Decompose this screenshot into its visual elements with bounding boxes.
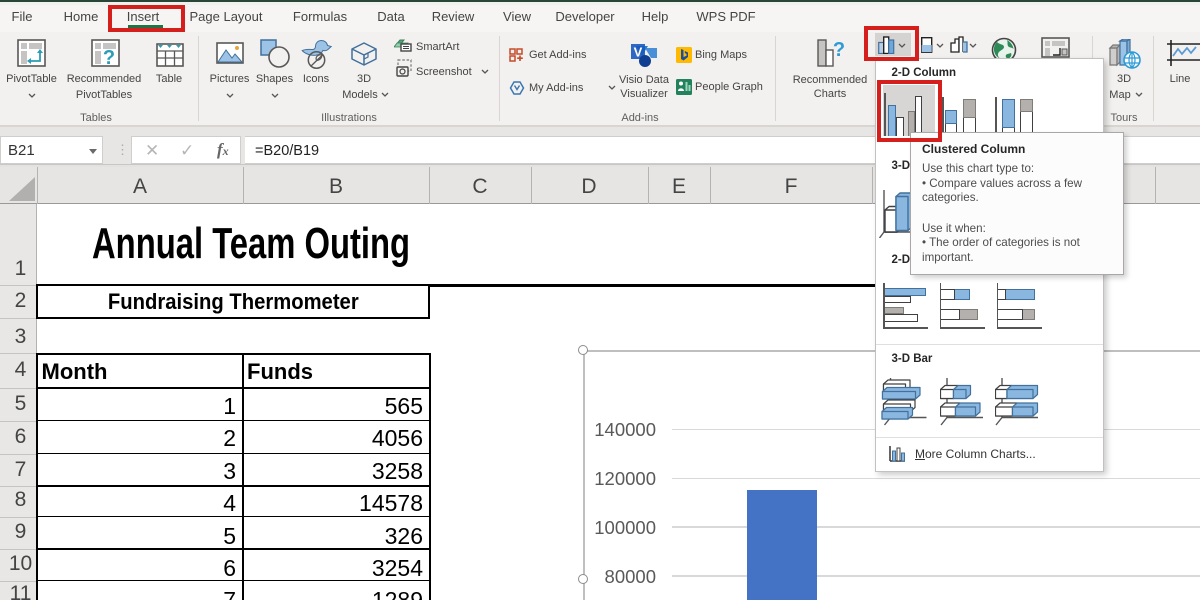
svg-text:?: ? bbox=[833, 39, 845, 61]
svg-text:?: ? bbox=[103, 47, 115, 67]
